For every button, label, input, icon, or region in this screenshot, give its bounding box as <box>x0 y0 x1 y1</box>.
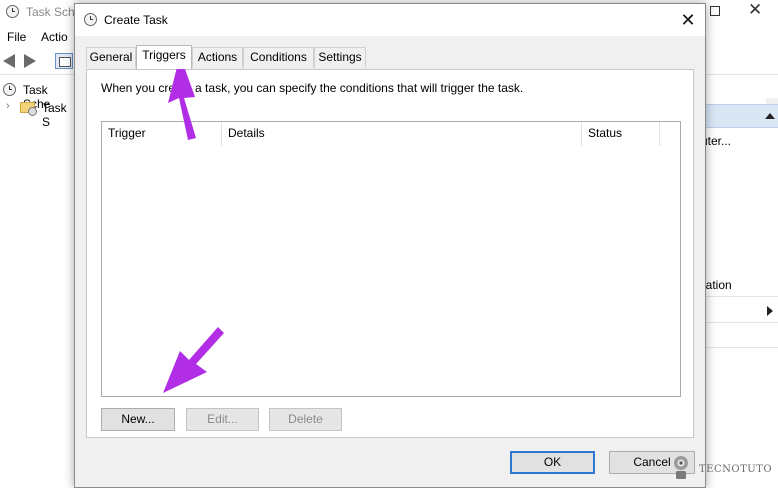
back-arrow-icon[interactable] <box>3 54 15 68</box>
tab-actions[interactable]: Actions <box>192 47 243 68</box>
console-tree-icon[interactable] <box>55 53 73 69</box>
close-icon[interactable]: ✕ <box>675 7 701 33</box>
maximize-icon[interactable] <box>710 6 720 16</box>
clock-icon <box>3 83 16 96</box>
triggers-panel: When you create a task, you can specify … <box>86 69 694 438</box>
close-icon[interactable]: ✕ <box>748 0 762 20</box>
tree-item-label: Task S <box>42 101 67 129</box>
actions-header[interactable] <box>705 104 778 128</box>
robot-logo-icon <box>674 456 688 479</box>
tab-settings[interactable]: Settings <box>314 47 366 68</box>
chevron-right-icon[interactable]: › <box>6 100 10 112</box>
actions-divider <box>705 347 778 348</box>
delete-trigger-button[interactable]: Delete <box>269 408 342 431</box>
tree-item-task-scheduler[interactable]: Task Sche <box>0 81 75 111</box>
menu-action[interactable]: Actio <box>41 30 68 44</box>
dialog-titlebar: Create Task ✕ <box>75 4 705 36</box>
console-tree: Task Sche › Task S <box>0 78 75 488</box>
actions-divider <box>705 296 778 297</box>
triggers-description: When you create a task, you can specify … <box>101 81 524 95</box>
expand-triangle-icon[interactable] <box>767 306 773 316</box>
tab-conditions[interactable]: Conditions <box>243 47 314 68</box>
column-header-trigger[interactable]: Trigger <box>102 122 222 146</box>
tab-general[interactable]: General <box>86 47 136 68</box>
forward-arrow-icon[interactable] <box>24 54 36 68</box>
menu-file[interactable]: File <box>7 30 26 44</box>
column-header-status[interactable]: Status <box>582 122 660 146</box>
column-header-details[interactable]: Details <box>222 122 582 146</box>
create-task-dialog: Create Task ✕ General Triggers Actions C… <box>74 3 706 488</box>
tab-triggers[interactable]: Triggers <box>136 45 192 69</box>
clock-icon <box>6 5 19 18</box>
clock-icon <box>84 13 97 26</box>
table-header: Trigger Details Status <box>102 122 680 146</box>
folder-clock-icon <box>20 102 37 116</box>
actions-panel: uter... uration <box>695 104 778 488</box>
ok-button[interactable]: OK <box>510 451 595 474</box>
new-trigger-button[interactable]: New... <box>101 408 175 431</box>
dialog-title: Create Task <box>104 13 168 27</box>
edit-trigger-button[interactable]: Edit... <box>186 408 259 431</box>
triggers-table[interactable]: Trigger Details Status <box>101 121 681 397</box>
actions-divider <box>705 322 778 323</box>
tree-item-task-scheduler-library[interactable]: › Task S <box>0 99 75 129</box>
collapse-triangle-icon[interactable] <box>765 113 775 119</box>
watermark-text: TECNOTUTO <box>699 464 773 475</box>
